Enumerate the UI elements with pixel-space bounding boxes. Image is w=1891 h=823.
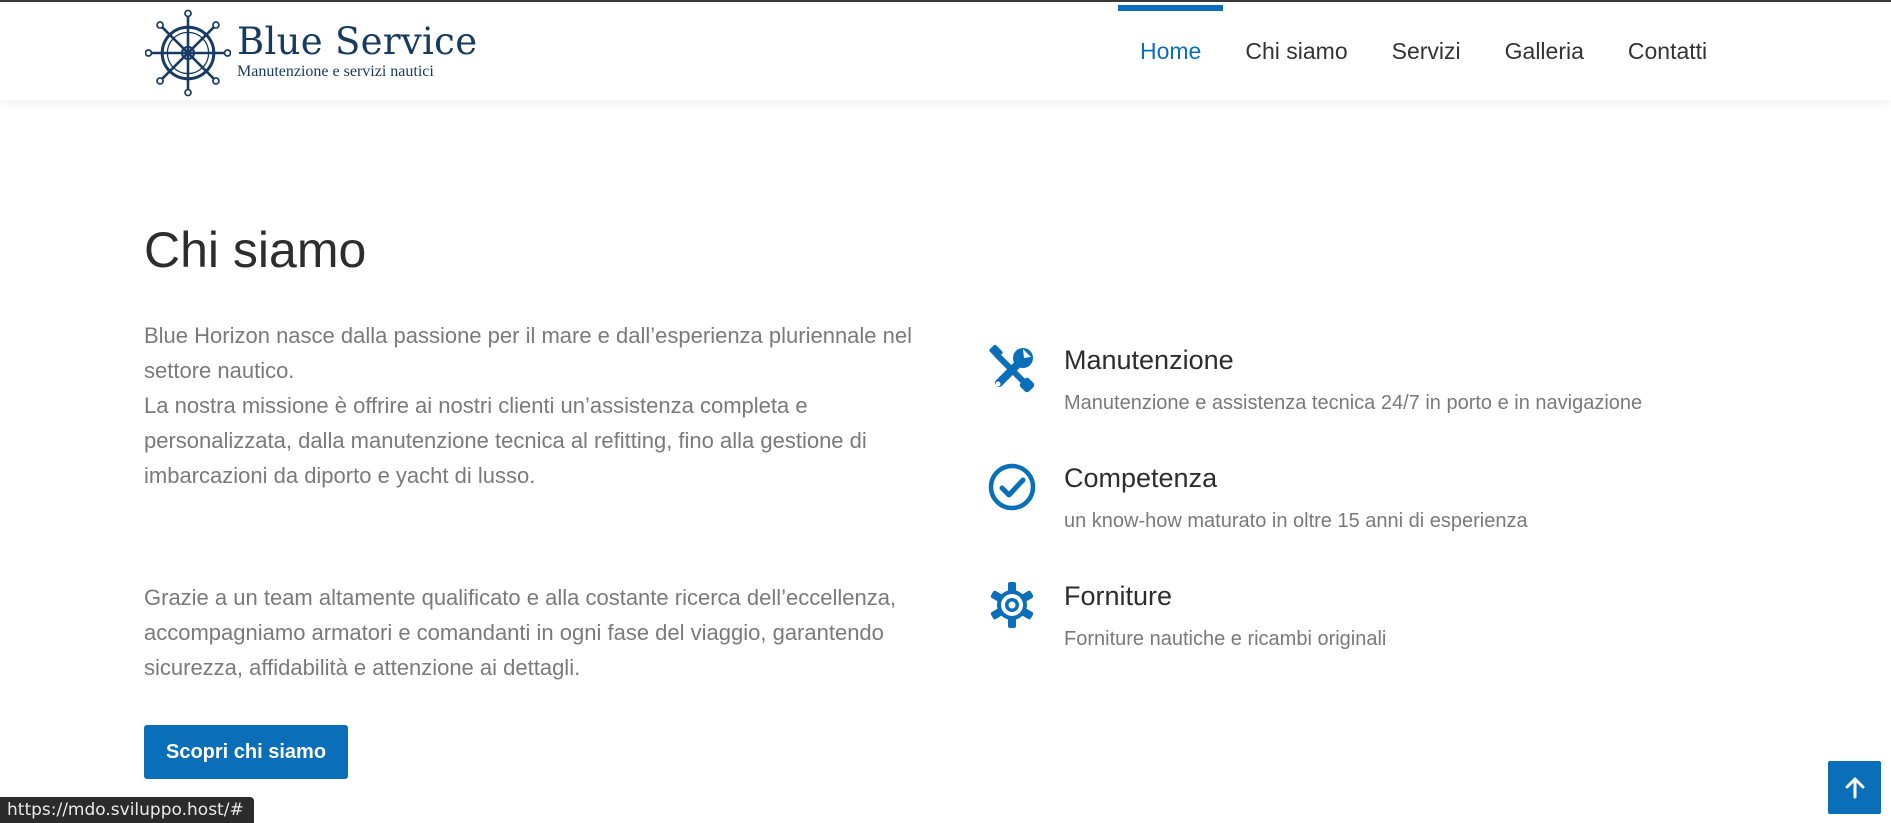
ship-wheel-icon (145, 9, 231, 97)
nav-item-chi-siamo[interactable]: Chi siamo (1223, 2, 1369, 100)
feature-description: Manutenzione e assistenza tecnica 24/7 i… (1064, 392, 1643, 414)
nav-item-galleria[interactable]: Galleria (1483, 2, 1606, 100)
about-section: Chi siamo Blue Horizon nasce dalla passi… (0, 100, 1891, 823)
scroll-to-top-button[interactable] (1828, 761, 1881, 814)
feature-title: Competenza (1064, 463, 1218, 493)
nav-item-servizi[interactable]: Servizi (1370, 2, 1483, 100)
main-nav: Home Chi siamo Servizi Galleria Contatti (1118, 2, 1729, 100)
nav-item-home[interactable]: Home (1118, 2, 1224, 100)
site-logo[interactable]: Blue Service Manutenzione e servizi naut… (145, 6, 477, 100)
status-bar-url: https://mdo.sviluppo.host/# (0, 797, 254, 823)
brand-title: Blue Service (237, 19, 478, 63)
about-paragraph-1: Blue Horizon nasce dalla passione per il… (144, 323, 913, 488)
about-paragraph-2: Grazie a un team altamente qualificato e… (144, 585, 897, 680)
check-circle-icon (988, 463, 1036, 511)
feature-title: Manutenzione (1064, 345, 1234, 375)
arrow-up-icon (1845, 777, 1864, 798)
gear-icon (990, 582, 1034, 628)
feature-description: un know-how maturato in oltre 15 anni di… (1064, 510, 1528, 532)
site-header: Blue Service Manutenzione e servizi naut… (0, 2, 1891, 100)
section-title: Chi siamo (144, 222, 367, 278)
nav-item-contatti[interactable]: Contatti (1606, 2, 1729, 100)
tools-icon (989, 344, 1035, 393)
brand-subtitle: Manutenzione e servizi nautici (237, 62, 434, 80)
discover-about-button[interactable]: Scopri chi siamo (144, 725, 349, 779)
feature-title: Forniture (1064, 581, 1173, 611)
feature-description: Forniture nautiche e ricambi originali (1064, 628, 1387, 650)
